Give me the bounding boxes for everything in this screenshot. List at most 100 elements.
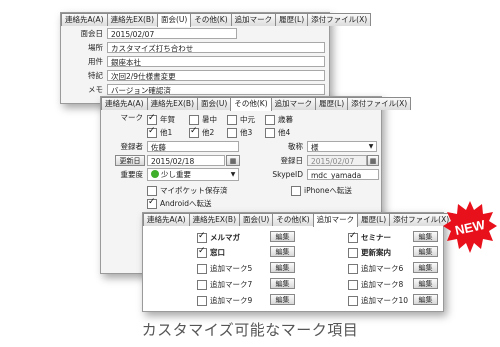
checkbox-box[interactable] xyxy=(348,263,358,274)
mark-checkbox-seibo[interactable]: 歳暮 xyxy=(265,114,293,125)
android-checkbox[interactable]: Androidへ転送 xyxy=(147,197,212,209)
honorific-select[interactable]: 様 ▼ xyxy=(307,141,377,152)
chevron-down-icon[interactable]: ▼ xyxy=(367,143,375,150)
edit-button[interactable]: 編集 xyxy=(413,246,438,257)
place-field[interactable]: カスタマイズ打ち合わせ xyxy=(107,42,325,53)
front-tab[interactable]: 履歴(L) xyxy=(357,213,391,226)
front-tab[interactable]: 連絡先A(A) xyxy=(143,213,190,226)
registrant-field[interactable]: 佐藤 xyxy=(147,141,239,152)
checkbox-box[interactable] xyxy=(348,295,358,306)
mark-checkbox-extra9[interactable]: 追加マーク9 xyxy=(197,295,252,306)
mark-checkbox-extra6[interactable]: 追加マーク6 xyxy=(348,263,403,274)
back-tab[interactable]: 連絡先A(A) xyxy=(61,13,108,26)
mark-checkbox-shochu[interactable]: 暑中 xyxy=(189,114,217,125)
mark-checkbox-extra5[interactable]: 追加マーク5 xyxy=(197,263,252,274)
iphone-checkbox[interactable]: iPhoneへ転送 xyxy=(291,185,352,196)
edit-button[interactable]: 編集 xyxy=(413,231,438,242)
memo-label: メモ xyxy=(88,85,103,94)
edit-button[interactable]: 編集 xyxy=(270,246,295,257)
edit-button[interactable]: 編集 xyxy=(413,294,438,305)
mid-tab[interactable]: 連絡先EX(B) xyxy=(146,97,198,110)
checkbox-box[interactable] xyxy=(197,295,207,306)
mid-tab[interactable]: 連絡先A(A) xyxy=(101,97,148,110)
mid-tab[interactable]: 履歴(L) xyxy=(315,97,349,110)
edit-button[interactable]: 編集 xyxy=(270,278,295,289)
skype-field[interactable]: mdc_yamada xyxy=(307,169,379,180)
edit-button[interactable]: 編集 xyxy=(270,294,295,305)
importance-label: 重要度 xyxy=(120,170,144,179)
checkbox-box[interactable] xyxy=(197,246,207,258)
chevron-down-icon[interactable]: ▼ xyxy=(229,171,237,178)
mark-checkbox-nenga[interactable]: 年賀 xyxy=(147,113,175,125)
checkbox-box[interactable] xyxy=(265,114,275,125)
checkbox-box[interactable] xyxy=(189,114,199,125)
checkbox-box[interactable] xyxy=(227,127,237,138)
mypocket-checkbox[interactable]: マイポケット保存済 xyxy=(147,185,228,196)
checkbox-box[interactable] xyxy=(197,263,207,274)
mark-checkbox-seminar[interactable]: セミナー xyxy=(348,231,391,243)
checkbox-box[interactable] xyxy=(291,185,301,196)
checkbox-box[interactable] xyxy=(227,114,237,125)
checkbox-box[interactable] xyxy=(265,127,275,138)
mid-tab[interactable]: その他(K) xyxy=(230,97,272,111)
checkbox-box[interactable] xyxy=(147,113,157,125)
checkbox-label: マイポケット保存済 xyxy=(160,186,228,195)
place-label: 場所 xyxy=(88,43,103,52)
checkbox-box[interactable] xyxy=(348,279,358,290)
memo-field[interactable]: バージョン確認済 xyxy=(107,84,325,95)
checkbox-label: 中元 xyxy=(240,115,255,124)
mark-checkbox-contact[interactable]: 窓口 xyxy=(197,246,225,258)
mark-checkbox-other1[interactable]: 他1 xyxy=(147,126,172,138)
mark-checkbox-other4[interactable]: 他4 xyxy=(265,127,290,138)
checkbox-label: セミナー xyxy=(361,233,391,242)
checkbox-box[interactable] xyxy=(189,126,199,138)
checkbox-label: 追加マーク5 xyxy=(210,264,253,273)
mid-tab[interactable]: 面会(U) xyxy=(197,97,232,110)
edit-button[interactable]: 編集 xyxy=(413,278,438,289)
mark-checkbox-extra10[interactable]: 追加マーク10 xyxy=(348,295,408,306)
register-date-label: 登録日 xyxy=(280,156,304,165)
back-tab[interactable]: 添付ファイル(X) xyxy=(307,13,372,26)
checkbox-box[interactable] xyxy=(348,247,358,258)
mark-checkbox-extra7[interactable]: 追加マーク7 xyxy=(197,279,252,290)
meeting-date-field[interactable]: 2015/02/07 xyxy=(107,28,237,39)
edit-button[interactable]: 編集 xyxy=(270,262,295,273)
back-tab[interactable]: 追加マーク xyxy=(230,13,277,26)
edit-button[interactable]: 編集 xyxy=(413,262,438,273)
checkbox-box[interactable] xyxy=(197,279,207,290)
mark-checkbox-renewal[interactable]: 更新案内 xyxy=(348,247,391,258)
update-date-field[interactable]: 2015/02/18 xyxy=(147,155,225,166)
notes-field[interactable]: 次回2/9仕様書変更 xyxy=(107,70,325,81)
front-tab[interactable]: その他(K) xyxy=(272,213,314,226)
mid-tab[interactable]: 追加マーク xyxy=(270,97,317,110)
calendar-icon[interactable]: ▦ xyxy=(226,155,240,166)
update-date-button[interactable]: 更新日 xyxy=(115,155,145,166)
edit-button[interactable]: 編集 xyxy=(270,231,295,242)
mark-checkbox-extra8[interactable]: 追加マーク8 xyxy=(348,279,403,290)
checkbox-box[interactable] xyxy=(197,231,207,243)
calendar-icon[interactable]: ▦ xyxy=(367,155,379,166)
skype-label: SkypeID xyxy=(272,170,303,179)
purpose-field[interactable]: 銀座本社 xyxy=(107,56,325,67)
importance-select[interactable]: 少し重要 ▼ xyxy=(147,168,239,181)
front-tab[interactable]: 面会(U) xyxy=(239,213,274,226)
mark-label: マーク xyxy=(120,113,144,122)
honorific-value: 様 xyxy=(311,143,319,152)
checkbox-box[interactable] xyxy=(147,185,157,196)
mark-checkbox-other3[interactable]: 他3 xyxy=(227,127,252,138)
checkbox-box[interactable] xyxy=(147,126,157,138)
mark-checkbox-chugen[interactable]: 中元 xyxy=(227,114,255,125)
checkbox-box[interactable] xyxy=(348,231,358,243)
mark-checkbox-mailmag[interactable]: メルマガ xyxy=(197,231,240,243)
front-tab[interactable]: 追加マーク xyxy=(312,213,359,227)
mark-checkbox-other2[interactable]: 他2 xyxy=(189,126,214,138)
back-tab[interactable]: 履歴(L) xyxy=(275,13,309,26)
checkbox-box[interactable] xyxy=(147,197,157,209)
checkbox-label: 追加マーク10 xyxy=(361,296,409,305)
back-tab[interactable]: 面会(U) xyxy=(157,13,192,27)
front-tab[interactable]: 連絡先EX(B) xyxy=(188,213,240,226)
importance-indicator-icon xyxy=(151,170,159,178)
mid-tab[interactable]: 添付ファイル(X) xyxy=(347,97,412,110)
back-tab[interactable]: 連絡先EX(B) xyxy=(106,13,158,26)
back-tab[interactable]: その他(K) xyxy=(190,13,232,26)
